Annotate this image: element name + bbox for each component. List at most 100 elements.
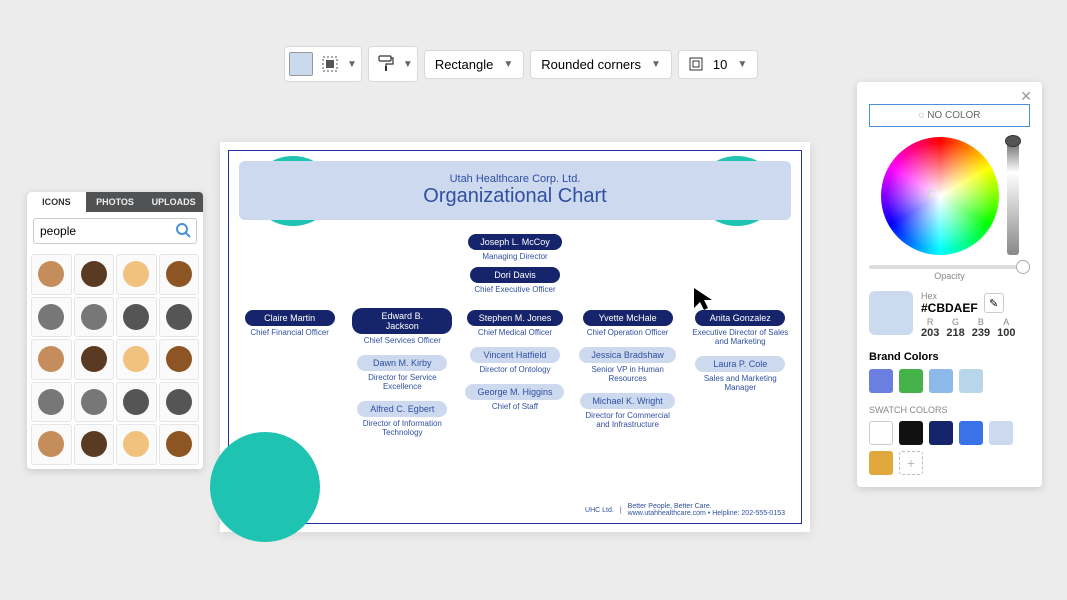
r-value[interactable]: 203 [921,327,939,339]
icon-grid [27,250,203,469]
value-slider[interactable] [1007,137,1019,255]
hex-value[interactable]: #CBDAEF [921,301,978,315]
color-swatch[interactable] [959,421,983,445]
icon-result[interactable] [116,254,157,295]
search-icon[interactable] [175,222,191,243]
org-node[interactable]: Joseph L. McCoy Managing Director [468,232,562,261]
node-name: Stephen M. Jones [467,310,564,326]
org-node[interactable]: Anita GonzalezExecutive Director of Sale… [690,308,790,346]
icon-result[interactable] [159,297,200,338]
icon-result[interactable] [31,339,72,380]
color-swatch[interactable] [929,421,953,445]
opacity-thumb[interactable] [1016,260,1030,274]
org-node[interactable]: Stephen M. JonesChief Medical Officer [467,308,564,337]
icon-result[interactable] [159,339,200,380]
canvas[interactable]: Utah Healthcare Corp. Ltd. Organizationa… [220,142,810,532]
icon-result[interactable] [31,254,72,295]
icon-result[interactable] [116,382,157,423]
close-icon[interactable]: ✕ [1020,88,1032,105]
node-name: Laura P. Cole [695,356,785,372]
node-role: Senior VP in Human Resources [578,365,678,383]
corners-label: Rounded corners [541,57,641,72]
wheel-indicator[interactable] [927,189,937,199]
org-node[interactable]: Yvette McHaleChief Operation Officer [583,308,673,337]
chevron-down-icon[interactable]: ▼ [347,59,357,70]
org-column: Yvette McHaleChief Operation Officer Jess… [578,308,678,437]
icon-result[interactable] [159,382,200,423]
icon-result[interactable] [159,424,200,465]
shape-select[interactable]: Rectangle ▼ [424,50,524,79]
org-node[interactable]: Laura P. Cole Sales and Marketing Manager [690,354,790,392]
no-color-button[interactable]: ◌ NO COLOR [869,104,1030,127]
icon-result[interactable] [31,382,72,423]
rgba-values: R203 G218 B239 A100 [921,317,1015,339]
chart-footer: UHC Ltd. | Better People, Better Care. w… [585,503,785,517]
person-icon [81,261,107,287]
add-swatch-button[interactable]: + [899,451,923,475]
org-node[interactable]: Edward B. JacksonChief Services Officer [352,308,452,345]
value-indicator[interactable] [1005,135,1021,147]
org-node[interactable]: Vincent HatfieldDirector of Ontology [470,345,560,374]
node-role: Director of Information Technology [352,419,452,437]
border-width-select[interactable]: 10 ▼ [678,50,758,79]
org-node[interactable]: Dawn M. KirbyDirector for Service Excell… [352,353,452,391]
org-column: Edward B. JacksonChief Services Officer D… [352,308,452,437]
icon-result[interactable] [74,382,115,423]
brand-swatch[interactable] [929,369,953,393]
person-icon [166,431,192,457]
node-name: Alfred C. Egbert [357,401,447,417]
icon-search-wrap [27,212,203,250]
footer-brand: UHC Ltd. [585,507,614,514]
icon-result[interactable] [74,339,115,380]
a-value[interactable]: 100 [997,327,1015,339]
icon-result[interactable] [31,424,72,465]
brand-swatch[interactable] [959,369,983,393]
icon-result[interactable] [31,297,72,338]
eyedropper-icon[interactable]: ✎ [984,293,1004,313]
chevron-down-icon: ▼ [651,59,661,70]
brand-swatch[interactable] [869,369,893,393]
icon-result[interactable] [116,297,157,338]
droplet-off-icon: ◌ [918,110,924,121]
person-icon [166,304,192,330]
org-column: Stephen M. JonesChief Medical Officer Vin… [465,308,565,437]
icon-result[interactable] [159,254,200,295]
brand-swatch[interactable] [899,369,923,393]
tab-photos[interactable]: PHOTOS [86,192,145,212]
icon-result[interactable] [74,297,115,338]
org-node[interactable]: Michael K. WrightDirector for Commercial… [578,391,678,429]
tab-icons[interactable]: ICONS [27,192,86,212]
icon-result[interactable] [74,424,115,465]
node-name: Edward B. Jackson [352,308,452,334]
opacity-slider[interactable] [869,265,1030,269]
color-swatch[interactable] [869,421,893,445]
org-node[interactable]: George M. HigginsChief of Staff [465,382,564,411]
color-swatch[interactable] [869,451,893,475]
b-value[interactable]: 239 [972,327,990,339]
org-node[interactable]: Alfred C. Egbert Director of Information … [352,399,452,437]
fill-swatch[interactable] [289,52,313,76]
org-node[interactable]: Claire MartinChief Financial Officer [245,308,335,337]
paint-roller-icon[interactable] [373,51,399,77]
person-icon [38,346,64,372]
org-node[interactable]: Dori Davis Chief Executive Officer [470,265,560,294]
icons-tabs: ICONS PHOTOS UPLOADS [27,192,203,212]
color-swatch[interactable] [989,421,1013,445]
border-style-button[interactable] [317,51,343,77]
person-icon [38,261,64,287]
org-node[interactable]: Jessica BradshawSenior VP in Human Resou… [578,345,678,383]
node-role: Sales and Marketing Manager [690,374,790,392]
icon-search-input[interactable] [33,218,197,244]
corners-select[interactable]: Rounded corners ▼ [530,50,672,79]
icon-result[interactable] [116,339,157,380]
tab-uploads[interactable]: UPLOADS [144,192,203,212]
chevron-down-icon: ▼ [503,59,513,70]
icon-result[interactable] [116,424,157,465]
swatch-colors-heading: SWATCH COLORS [869,405,1030,415]
chevron-down-icon[interactable]: ▼ [403,59,413,70]
color-wheel[interactable] [881,137,999,255]
hex-label: Hex [921,291,978,301]
icon-result[interactable] [74,254,115,295]
color-swatch[interactable] [899,421,923,445]
g-value[interactable]: 218 [946,327,964,339]
